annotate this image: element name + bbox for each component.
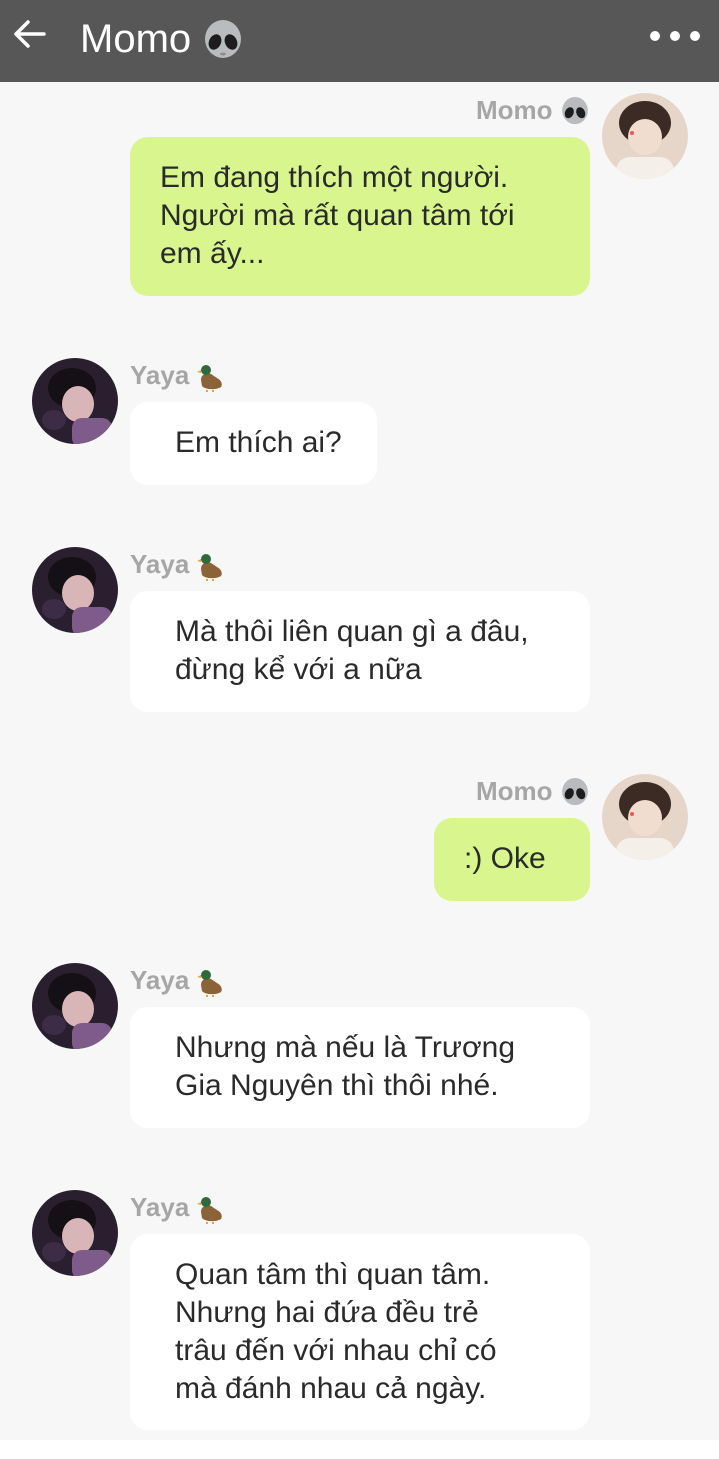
avatar-momo[interactable] <box>602 93 688 179</box>
duck-icon <box>196 554 222 582</box>
sender-name-text: Momo <box>476 776 553 806</box>
message-bubble: Em đang thích một người. Người mà rất qu… <box>130 137 590 296</box>
message-bubble: Nhưng mà nếu là Trương Gia Nguyên thì th… <box>130 1007 590 1128</box>
avatar-photo <box>32 1190 118 1276</box>
message-bubble: Mà thôi liên quan gì a đâu, đừng kể với … <box>130 591 590 712</box>
alien-icon <box>561 778 588 806</box>
message-bubble: :) Oke <box>434 818 590 901</box>
avatar-photo <box>602 774 688 860</box>
sender-name: Momo <box>476 775 590 808</box>
duck-icon <box>196 1197 222 1225</box>
sender-name: Yaya <box>130 548 227 582</box>
sender-name-text: Yaya <box>130 965 190 995</box>
avatar-momo[interactable] <box>602 774 688 860</box>
sender-name-text: Momo <box>476 95 553 125</box>
avatar-yaya[interactable] <box>32 358 118 444</box>
avatar-yaya[interactable] <box>32 1190 118 1276</box>
sender-name: Momo <box>476 94 590 127</box>
sender-name-text: Yaya <box>130 1192 190 1222</box>
sender-name: Yaya <box>130 359 227 393</box>
avatar-photo <box>32 547 118 633</box>
sender-name: Yaya <box>130 1191 227 1225</box>
sender-name-text: Yaya <box>130 549 190 579</box>
chat-header: Momo <box>0 0 719 82</box>
message-bubble: Em thích ai? <box>130 402 377 485</box>
more-dots-icon[interactable] <box>649 28 701 44</box>
alien-icon <box>561 97 588 125</box>
bottom-edge <box>0 1440 719 1459</box>
avatar-photo <box>32 358 118 444</box>
avatar-yaya[interactable] <box>32 963 118 1049</box>
chat-title-text: Momo <box>80 17 192 61</box>
message-bubble: Quan tâm thì quan tâm. Nhưng hai đứa đều… <box>130 1234 590 1430</box>
avatar-photo <box>602 93 688 179</box>
avatar-yaya[interactable] <box>32 547 118 633</box>
sender-name-text: Yaya <box>130 360 190 390</box>
sender-name: Yaya <box>130 964 227 998</box>
chat-title: Momo <box>80 14 244 64</box>
alien-icon <box>205 20 242 59</box>
duck-icon <box>196 970 222 998</box>
duck-icon <box>196 365 222 393</box>
avatar-photo <box>32 963 118 1049</box>
back-arrow-icon[interactable] <box>10 14 50 54</box>
